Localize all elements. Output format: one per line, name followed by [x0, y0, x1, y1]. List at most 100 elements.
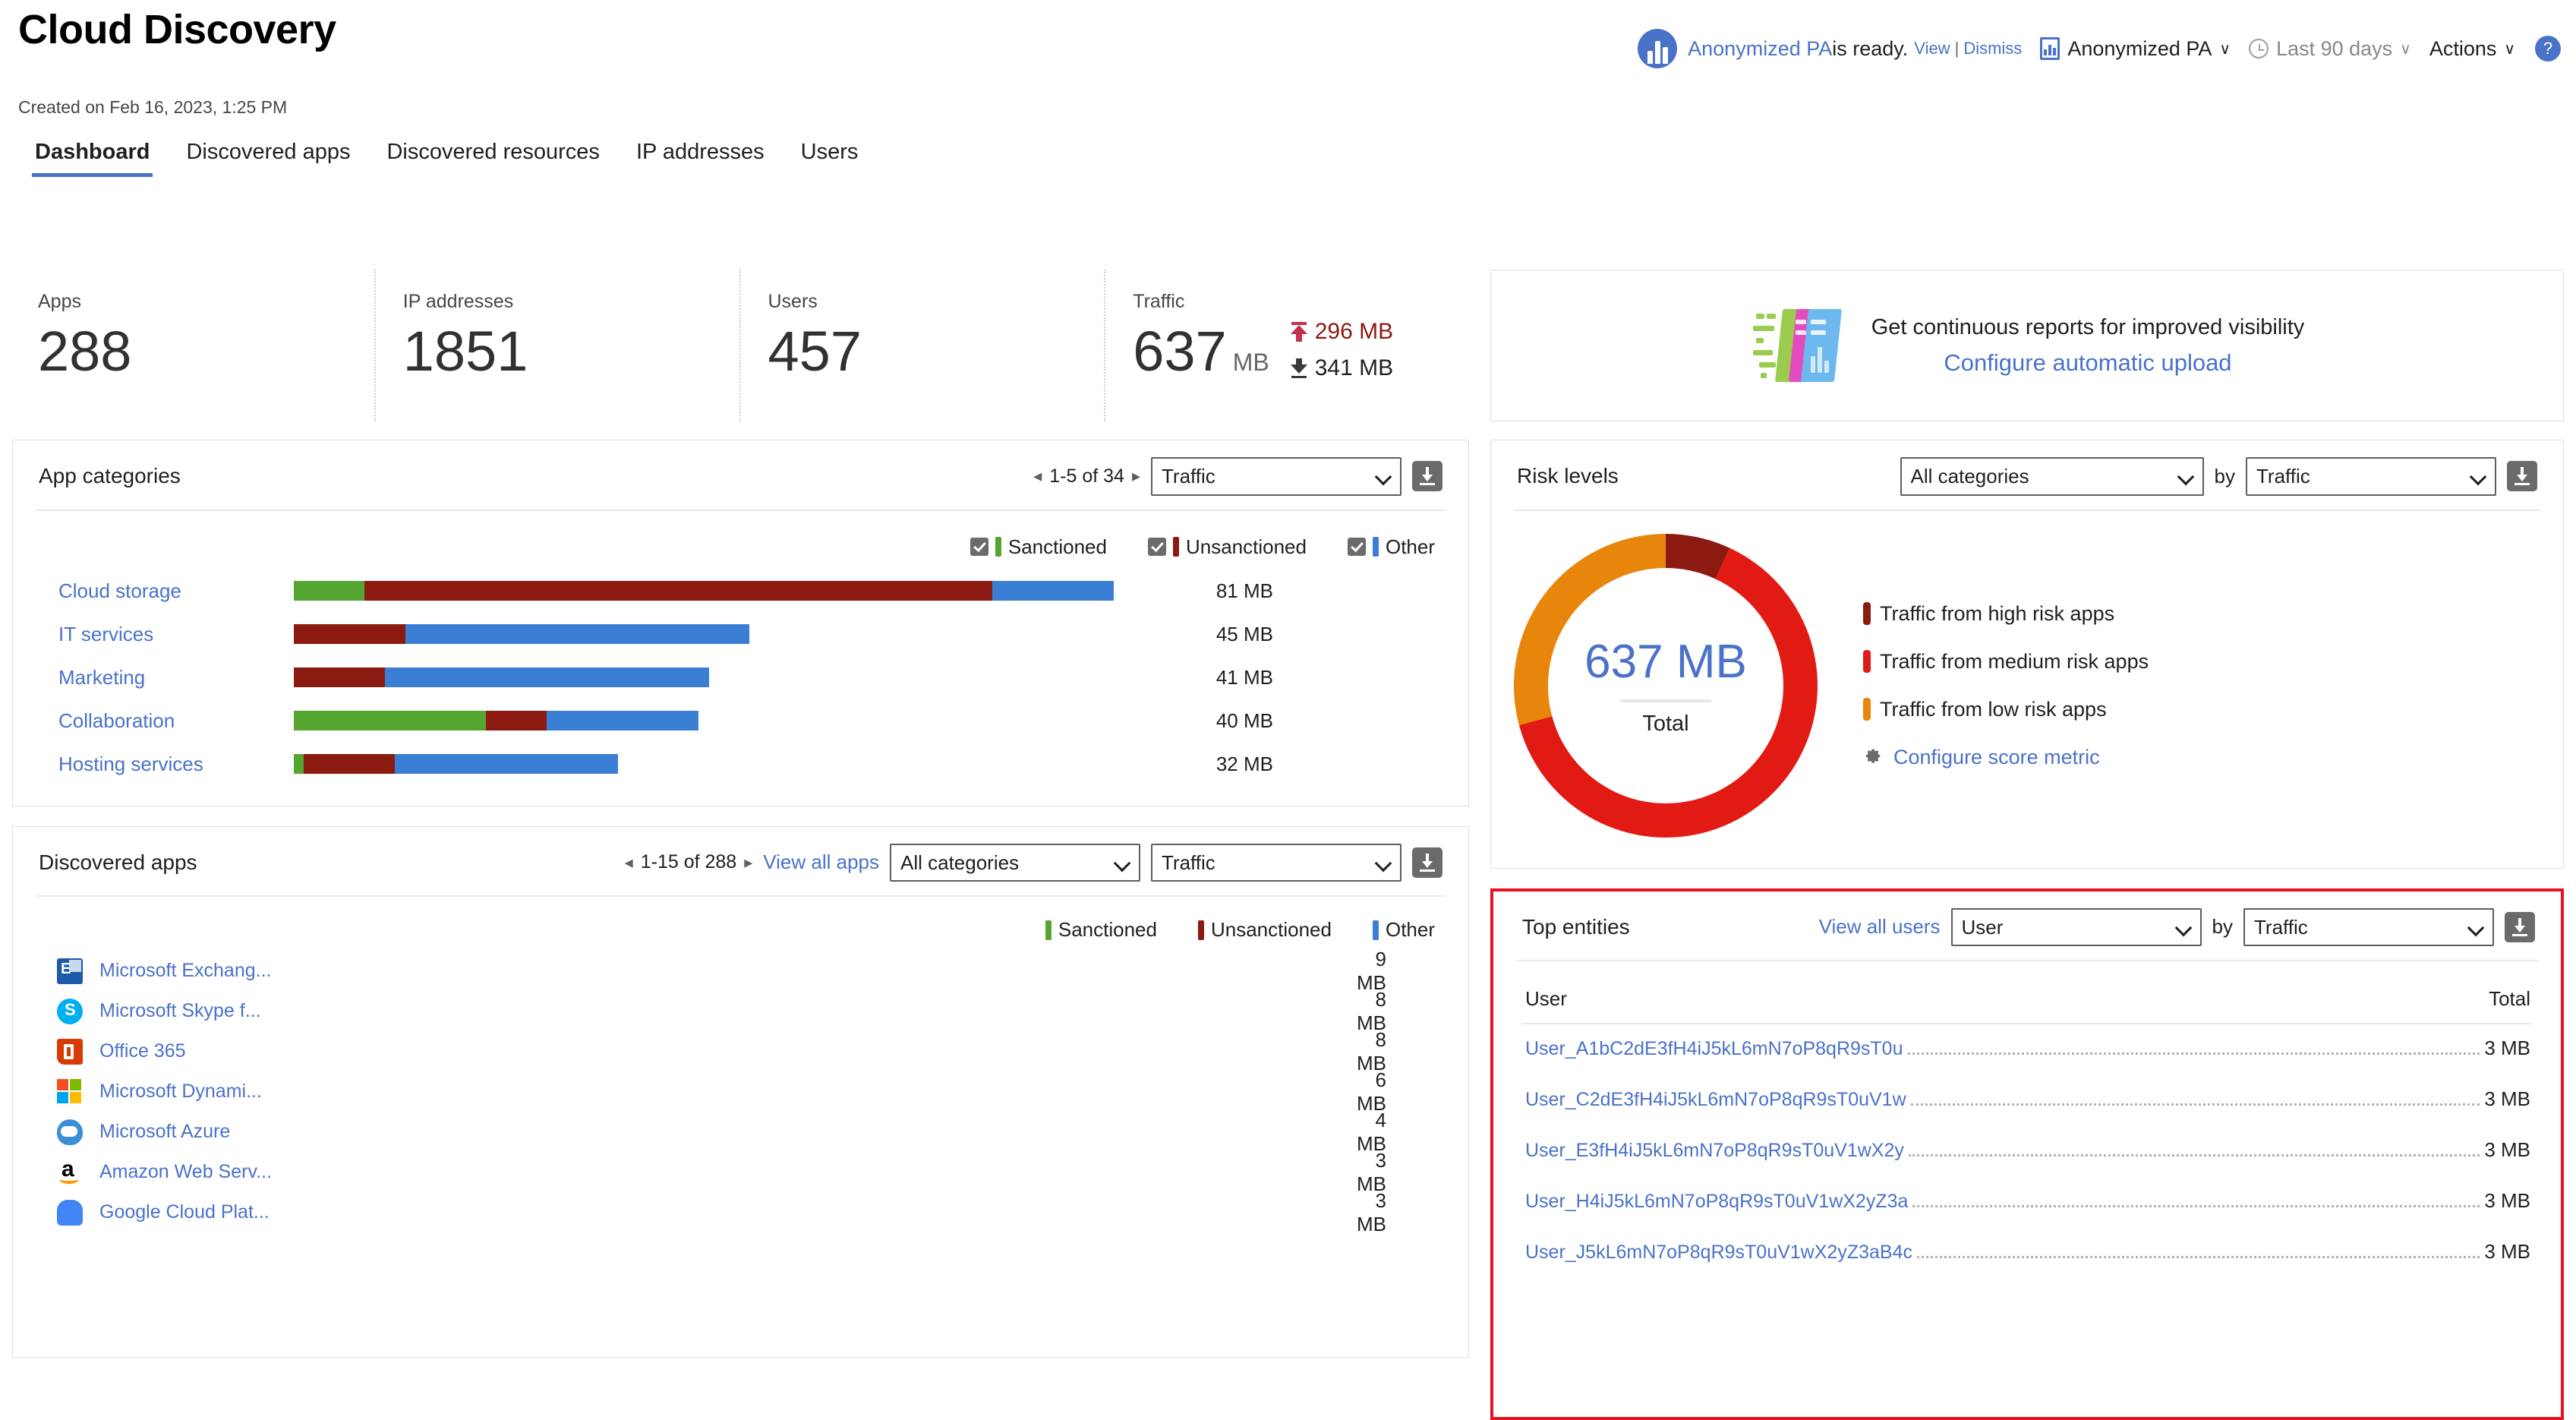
legend-unsanctioned-label: Unsanctioned [1185, 535, 1307, 558]
app-link[interactable]: Microsoft Exchang... [83, 960, 305, 982]
tab-users[interactable]: Users [783, 135, 877, 177]
app-categories-export-button[interactable] [1412, 461, 1442, 492]
top-entities-export-button[interactable] [2505, 911, 2535, 942]
category-link[interactable]: Cloud storage [13, 579, 294, 603]
legend-unsanctioned-checkbox[interactable] [1147, 538, 1166, 556]
view-all-apps-link[interactable]: View all apps [763, 850, 879, 874]
bar-segment-unsanctioned [294, 624, 405, 644]
configure-score-metric-link[interactable]: Configure score metric [1863, 746, 2149, 769]
risk-levels-by-label: by [2214, 464, 2235, 488]
app-categories-metric-select[interactable]: Traffic [1151, 457, 1402, 496]
app-bar-track [305, 1042, 1355, 1061]
user-link[interactable]: User_E3fH4iJ5kL6mN7oP8qR9sT0uV1wX2y [1525, 1140, 1904, 1162]
tab-discovered-apps[interactable]: Discovered apps [168, 135, 368, 177]
view-all-users-link[interactable]: View all users [1819, 915, 1941, 939]
discovered-apps-title: Discovered apps [39, 850, 197, 874]
office365-icon [57, 1038, 83, 1065]
app-row: Microsoft Azure 4 MB [13, 1109, 1468, 1155]
user-link[interactable]: User_H4iJ5kL6mN7oP8qR9sT0uV1wX2yZ3a [1525, 1191, 1908, 1213]
help-icon[interactable]: ? [2535, 36, 2561, 62]
tab-ip-addresses[interactable]: IP addresses [618, 135, 783, 177]
bar-segment-sanctioned [294, 711, 487, 731]
legend-sanctioned-label: Sanctioned [1007, 535, 1107, 558]
date-range-selector[interactable]: Last 90 days ∨ [2249, 37, 2411, 61]
legend-unsanctioned[interactable]: Unsanctioned [1147, 535, 1307, 559]
app-row: Google Cloud Plat... 3 MB [13, 1189, 1468, 1235]
risk-legend-high: Traffic from high risk apps [1863, 602, 2149, 626]
risk-medium-swatch [1863, 650, 1871, 673]
legend-other[interactable]: Other [1347, 535, 1435, 559]
user-total: 3 MB [2484, 1087, 2530, 1110]
banner-headline: Get continuous reports for improved visi… [1871, 314, 2305, 339]
exchange-icon [57, 958, 83, 984]
traffic-download-value: 341 MB [1314, 355, 1394, 380]
discovered-apps-category-select[interactable]: All categories [890, 843, 1140, 882]
category-link[interactable]: Collaboration [13, 709, 294, 733]
user-total: 3 MB [2484, 1189, 2530, 1212]
kpi-ip-value: 1851 [402, 320, 528, 383]
next-page-icon[interactable]: ▸ [744, 853, 752, 873]
configure-score-metric-label: Configure score metric [1893, 745, 2100, 768]
legend-other-checkbox[interactable] [1347, 538, 1366, 556]
risk-levels-metric-select[interactable]: Traffic [2246, 457, 2496, 496]
leader-dots [1908, 1154, 2480, 1157]
app-link[interactable]: Amazon Web Serv... [83, 1161, 305, 1183]
notification-separator: | [1954, 39, 1960, 58]
risk-donut-ring: 637 MB Total [1514, 533, 1818, 838]
cat-row: Hosting services 32 MB [13, 743, 1468, 786]
legend-sanctioned[interactable]: Sanctioned [970, 535, 1107, 559]
app-link[interactable]: Office 365 [83, 1040, 305, 1062]
cat-row: Marketing 41 MB [13, 656, 1468, 699]
notification-report-link[interactable]: Anonymized PA [1688, 37, 1832, 61]
app-link[interactable]: Microsoft Dynami... [83, 1081, 305, 1103]
bar-segment-sanctioned [294, 581, 365, 601]
actions-menu[interactable]: Actions ∨ [2429, 37, 2515, 61]
kpi-ip-label: IP addresses [402, 291, 514, 312]
bar-segment-sanctioned [294, 754, 304, 774]
discovered-apps-export-button[interactable] [1412, 847, 1442, 878]
notification-dismiss-link[interactable]: Dismiss [1963, 39, 2022, 58]
tab-discovered-resources[interactable]: Discovered resources [368, 135, 617, 177]
discovered-apps-metric-select[interactable]: Traffic [1151, 843, 1402, 882]
risk-high-swatch [1863, 602, 1871, 625]
app-categories-chart: Cloud storage 81 MB IT services 45 MB Market… [13, 566, 1468, 806]
reports-illustration-icon [1750, 309, 1842, 382]
report-selector[interactable]: Anonymized PA ∨ [2040, 37, 2231, 61]
category-link[interactable]: Hosting services [13, 753, 294, 776]
kpi-traffic-label: Traffic [1133, 291, 1185, 312]
tab-dashboard[interactable]: Dashboard [17, 135, 168, 177]
legend-sanctioned-checkbox[interactable] [970, 538, 988, 556]
app-row: Microsoft Skype f...8 MB [13, 988, 1468, 1034]
app-link[interactable]: Microsoft Azure [83, 1121, 305, 1143]
next-page-icon[interactable]: ▸ [1132, 466, 1140, 486]
prev-page-icon[interactable]: ◂ [1033, 466, 1042, 486]
top-entities-list: User_A1bC2dE3fH4iJ5kL6mN7oP8qR9sT0u 3 MB U… [1493, 1024, 2561, 1291]
category-bar [294, 754, 1114, 774]
top-entities-metric-select[interactable]: Traffic [2243, 907, 2494, 946]
kpi-ip-addresses: IP addresses 1851 [374, 270, 739, 421]
discovered-apps-chart: Microsoft Exchang...9 MBMicrosoft Skype … [13, 948, 1468, 1235]
user-link[interactable]: User_J5kL6mN7oP8qR9sT0uV1wX2yZ3aB4c [1525, 1242, 1912, 1264]
page-header: Cloud Discovery Anonymized PA is ready. … [0, 0, 2576, 177]
category-link[interactable]: Marketing [13, 666, 294, 689]
category-link[interactable]: IT services [13, 623, 294, 646]
notification-view-link[interactable]: View [1914, 39, 1950, 58]
legend-other-label: Other [1385, 918, 1435, 941]
prev-page-icon[interactable]: ◂ [625, 853, 633, 873]
user-link[interactable]: User_A1bC2dE3fH4iJ5kL6mN7oP8qR9sT0u [1525, 1038, 1903, 1060]
user-link[interactable]: User_C2dE3fH4iJ5kL6mN7oP8qR9sT0uV1w [1525, 1089, 1906, 1111]
top-entities-entity-select[interactable]: User [1950, 907, 2202, 946]
continuous-reports-banner: Get continuous reports for improved visi… [1490, 270, 2564, 421]
report-ready-avatar-icon [1638, 29, 1678, 68]
risk-levels-export-button[interactable] [2507, 461, 2537, 492]
table-row: User_C2dE3fH4iJ5kL6mN7oP8qR9sT0uV1w 3 MB [1493, 1087, 2561, 1138]
configure-automatic-upload-link[interactable]: Configure automatic upload [1871, 349, 2305, 377]
category-total: 32 MB [1215, 752, 1273, 775]
risk-levels-category-select[interactable]: All categories [1900, 457, 2204, 496]
bar-segment-other [992, 581, 1114, 601]
kpi-apps-label: Apps [38, 291, 81, 312]
app-link[interactable]: Google Cloud Plat... [83, 1201, 305, 1223]
risk-donut-chart: 637 MB Total [1491, 533, 1840, 838]
bar-segment-unsanctioned [486, 711, 547, 731]
app-link[interactable]: Microsoft Skype f... [83, 1000, 305, 1022]
